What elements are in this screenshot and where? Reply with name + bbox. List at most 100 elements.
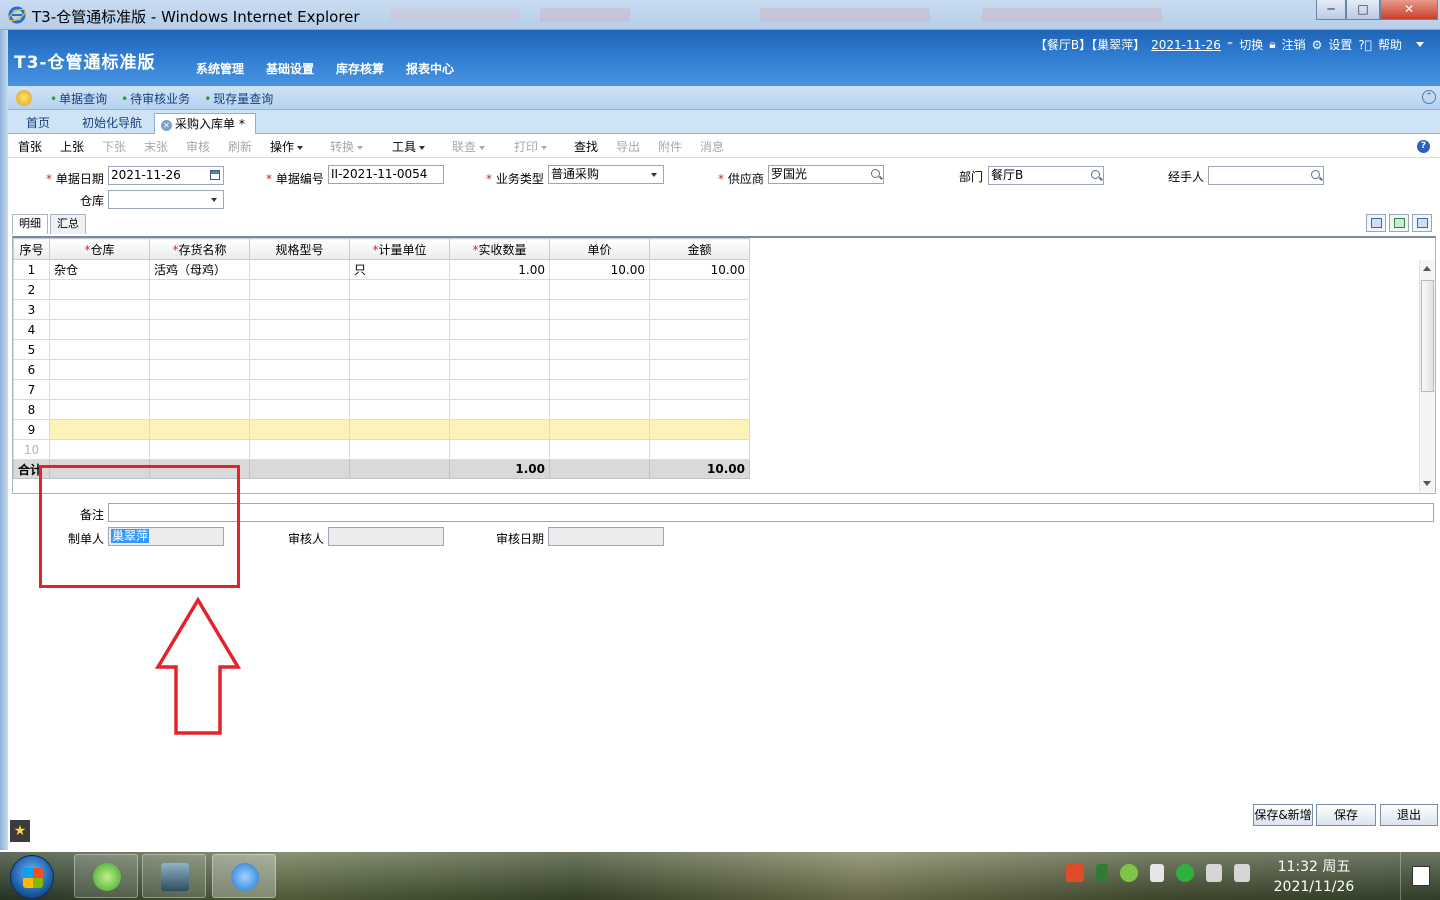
sogou-input-icon[interactable] <box>1066 864 1084 882</box>
security-icon[interactable] <box>1176 864 1194 882</box>
taskbar-app-ie[interactable] <box>212 854 276 898</box>
column-header[interactable]: 规格型号 <box>249 238 350 260</box>
save-button[interactable]: 保存 <box>1316 804 1376 826</box>
next-button[interactable]: 下张 <box>102 138 126 155</box>
table-cell[interactable] <box>349 419 450 440</box>
table-cell[interactable] <box>249 419 350 440</box>
column-header[interactable]: 单价 <box>549 238 650 260</box>
table-cell[interactable] <box>549 279 650 300</box>
table-cell[interactable] <box>349 319 450 340</box>
tools-menu[interactable]: 工具 <box>392 138 426 155</box>
menu-system[interactable]: 系统管理 <box>196 60 244 77</box>
table-cell[interactable] <box>249 379 350 400</box>
logout-link[interactable]: 注销 <box>1282 36 1306 53</box>
table-cell[interactable] <box>149 299 250 320</box>
table-cell[interactable] <box>249 359 350 380</box>
table-cell[interactable] <box>449 419 550 440</box>
docno-field[interactable]: II-2021-11-0054 <box>328 165 444 184</box>
network-app-icon[interactable] <box>1120 864 1138 882</box>
table-cell[interactable] <box>449 379 550 400</box>
table-row[interactable]: 6 <box>13 359 750 380</box>
action-center-icon[interactable] <box>1400 852 1440 900</box>
table-cell[interactable] <box>349 399 450 420</box>
table-row[interactable]: 10 <box>13 439 750 460</box>
table-cell[interactable] <box>449 279 550 300</box>
date-field[interactable]: 2021-11-26 <box>108 166 224 185</box>
audit-button[interactable]: 审核 <box>186 138 210 155</box>
chevron-down-icon[interactable] <box>1416 42 1424 47</box>
table-cell[interactable] <box>349 299 450 320</box>
table-cell[interactable] <box>549 359 650 380</box>
subtab-detail[interactable]: 明细 <box>12 214 48 234</box>
table-cell[interactable] <box>349 339 450 360</box>
find-button[interactable]: 查找 <box>574 138 598 155</box>
table-cell[interactable] <box>549 379 650 400</box>
favorites-star-icon[interactable]: ★ <box>10 820 30 842</box>
handler-field[interactable] <box>1208 166 1324 185</box>
tab-init-guide[interactable]: 初始化导航 <box>76 113 148 134</box>
subtab-summary[interactable]: 汇总 <box>50 214 86 234</box>
quicklink-pending-audit[interactable]: 待审核业务 <box>121 90 190 107</box>
table-cell[interactable] <box>49 379 150 400</box>
table-cell[interactable] <box>549 439 650 460</box>
attach-button[interactable]: 附件 <box>658 138 682 155</box>
table-cell[interactable] <box>149 319 250 340</box>
scroll-down-icon[interactable] <box>1423 481 1431 486</box>
table-cell[interactable] <box>549 299 650 320</box>
table-cell[interactable] <box>249 399 350 420</box>
volume-icon[interactable] <box>1234 864 1250 882</box>
table-cell[interactable] <box>649 319 750 340</box>
table-cell[interactable] <box>349 379 450 400</box>
remarks-field[interactable] <box>108 503 1434 522</box>
table-cell[interactable] <box>49 319 150 340</box>
copy-icon[interactable] <box>1366 214 1386 232</box>
table-cell[interactable] <box>449 299 550 320</box>
tab-purchase-receipt[interactable]: ✕ 采购入库单 * <box>154 113 256 134</box>
start-button[interactable] <box>10 855 54 899</box>
table-cell[interactable] <box>49 419 150 440</box>
taskbar-app-computer[interactable] <box>142 854 206 898</box>
table-cell[interactable]: 1.00 <box>449 259 550 280</box>
export-button[interactable]: 导出 <box>616 138 640 155</box>
table-cell[interactable] <box>49 399 150 420</box>
table-cell[interactable] <box>349 279 450 300</box>
tab-home[interactable]: 首页 <box>20 113 56 134</box>
column-header[interactable]: *仓库 <box>49 238 150 260</box>
table-cell[interactable] <box>249 279 350 300</box>
settings-link[interactable]: 设置 <box>1328 36 1352 53</box>
table-cell[interactable] <box>449 439 550 460</box>
table-row[interactable]: 4 <box>13 319 750 340</box>
table-cell[interactable] <box>349 439 450 460</box>
table-cell[interactable]: 只 <box>349 259 450 280</box>
table-cell[interactable] <box>449 339 550 360</box>
table-cell[interactable] <box>349 359 450 380</box>
exit-button[interactable]: 退出 <box>1380 804 1438 826</box>
quicklink-document-query[interactable]: 单据查询 <box>50 90 107 107</box>
table-cell[interactable] <box>49 339 150 360</box>
message-button[interactable]: 消息 <box>700 138 724 155</box>
column-header[interactable]: *实收数量 <box>449 238 550 260</box>
biztype-select[interactable]: 普通采购 <box>548 165 664 184</box>
table-cell[interactable] <box>449 319 550 340</box>
column-header[interactable]: 金额 <box>649 238 750 260</box>
table-row[interactable]: 3 <box>13 299 750 320</box>
linkquery-menu[interactable]: 联查 <box>452 138 486 155</box>
maximize-button[interactable]: □ <box>1346 0 1380 20</box>
minimize-button[interactable]: ─ <box>1316 0 1346 20</box>
grid-settings-icon[interactable] <box>1412 214 1432 232</box>
table-cell[interactable] <box>149 399 250 420</box>
taskbar-app-browser[interactable] <box>74 854 138 898</box>
table-row[interactable]: 7 <box>13 379 750 400</box>
table-cell[interactable] <box>49 279 150 300</box>
prev-button[interactable]: 上张 <box>60 138 84 155</box>
table-cell[interactable] <box>149 379 250 400</box>
table-cell[interactable] <box>649 399 750 420</box>
table-cell[interactable] <box>149 359 250 380</box>
table-cell[interactable] <box>249 299 350 320</box>
supplier-field[interactable]: 罗国光 <box>768 165 884 184</box>
table-cell[interactable] <box>549 399 650 420</box>
table-cell[interactable] <box>49 299 150 320</box>
dept-field[interactable]: 餐厅B <box>988 166 1104 185</box>
table-cell[interactable] <box>649 359 750 380</box>
table-cell[interactable] <box>649 279 750 300</box>
